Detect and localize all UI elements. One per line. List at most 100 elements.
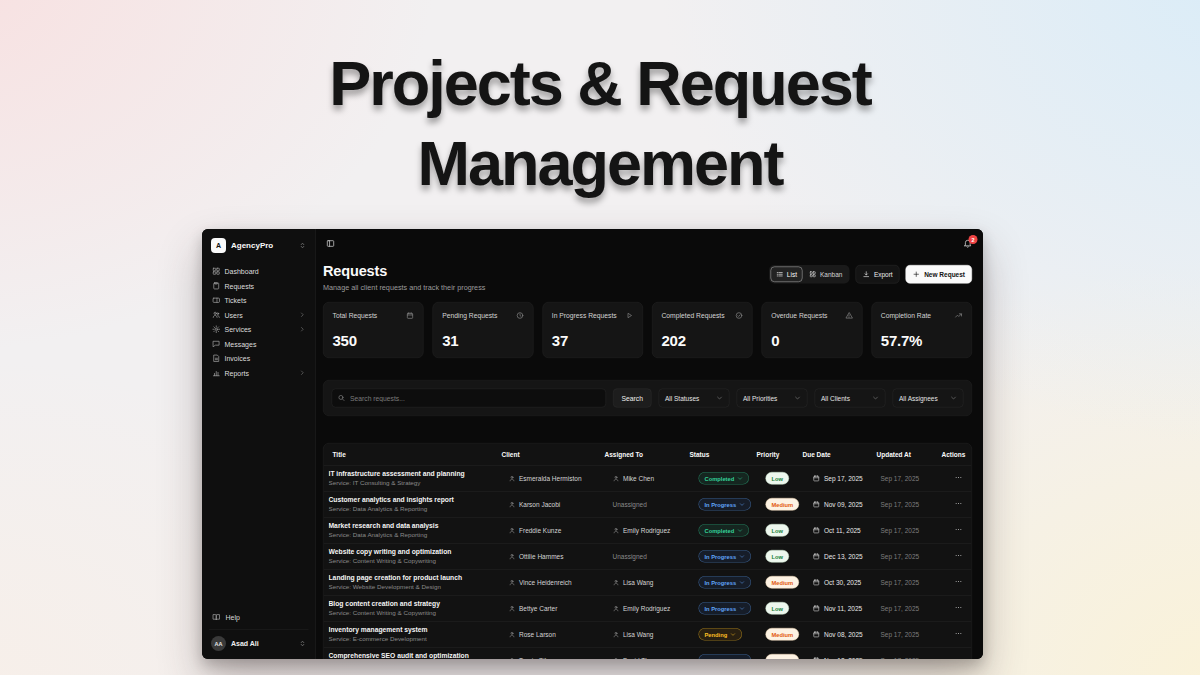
- sidebar-item[interactable]: Invoices: [208, 351, 310, 366]
- client-name: Ottilie Hammes: [519, 553, 563, 561]
- due-date: Nov 11, 2025: [824, 605, 862, 613]
- client-cell: Vince Heidenreich: [509, 579, 613, 587]
- due-date: Nov 08, 2025: [824, 631, 863, 639]
- request-title: Website copy writing and optimization: [329, 548, 509, 556]
- calendar-icon: [813, 475, 821, 483]
- sidebar-divider: [209, 630, 309, 631]
- table-row[interactable]: Market research and data analysis Servic…: [324, 518, 972, 544]
- assignee-name: Mike Chen: [623, 475, 654, 483]
- status-label: Pending: [705, 631, 728, 637]
- row-actions-button[interactable]: [955, 656, 963, 660]
- workspace-switcher[interactable]: A AgencyPro: [208, 236, 310, 260]
- priority-label: Low: [772, 475, 784, 481]
- filter-dropdown[interactable]: All Statuses: [659, 389, 730, 408]
- stats-row: Total Requests 350 Pending Requests 31 I…: [323, 302, 972, 358]
- user-name: Asad Ali: [231, 640, 294, 648]
- due-date-cell: Dec 13, 2025: [813, 553, 881, 561]
- row-actions-button[interactable]: [955, 604, 963, 612]
- priority-label: Medium: [772, 657, 794, 659]
- person-icon: [613, 605, 620, 612]
- user-menu[interactable]: AA Asad Ali: [208, 635, 310, 652]
- due-date-cell: Nov 18, 2025: [813, 657, 881, 660]
- status-label: Completed: [705, 475, 735, 481]
- stat-value: 37: [552, 333, 634, 350]
- table-row[interactable]: IT infrastructure assessment and plannin…: [324, 466, 972, 492]
- stat-card: Completed Requests 202: [652, 302, 753, 358]
- priority-label: Low: [772, 527, 784, 533]
- status-badge[interactable]: In Progress: [699, 550, 752, 563]
- sidebar-item[interactable]: Tickets: [208, 293, 310, 308]
- stat-value: 350: [333, 333, 415, 350]
- status-badge[interactable]: In Progress: [699, 576, 752, 589]
- sidebar-item-label: Services: [225, 325, 296, 333]
- assignee-cell: Unassigned: [613, 553, 699, 561]
- priority-badge: Low: [766, 472, 790, 485]
- status-badge[interactable]: Completed: [699, 472, 750, 485]
- sidebar-item-help[interactable]: Help: [208, 610, 310, 625]
- search-input[interactable]: [332, 389, 607, 408]
- calendar-icon: [813, 553, 821, 561]
- sidebar-item[interactable]: Users: [208, 308, 310, 323]
- sidebar-item[interactable]: Messages: [208, 337, 310, 352]
- person-icon: [613, 527, 620, 534]
- due-date: Dec 13, 2025: [824, 553, 863, 561]
- sidebar-item[interactable]: Reports: [208, 366, 310, 381]
- row-actions-button[interactable]: [955, 578, 963, 586]
- chevron-down-icon: [739, 501, 745, 507]
- table-row[interactable]: Customer analytics and insights report S…: [324, 492, 972, 518]
- page-content: Requests Manage all client requests and …: [316, 258, 983, 659]
- filter-dropdown[interactable]: All Priorities: [737, 389, 808, 408]
- person-icon: [509, 579, 516, 586]
- filter-dropdown[interactable]: All Assignees: [893, 389, 964, 408]
- export-button[interactable]: Export: [855, 265, 899, 284]
- view-toggle-kanban[interactable]: Kanban: [803, 267, 847, 283]
- table-row[interactable]: Comprehensive SEO audit and optimization…: [324, 648, 972, 660]
- requests-table: TitleClientAssigned ToStatusPriorityDue …: [323, 443, 972, 659]
- status-badge[interactable]: In Progress: [699, 498, 752, 511]
- search-button[interactable]: Search: [613, 389, 651, 408]
- status-badge[interactable]: In Progress: [699, 654, 752, 659]
- row-actions-button[interactable]: [955, 630, 963, 638]
- table-row[interactable]: Landing page creation for product launch…: [324, 570, 972, 596]
- assignee-name: Lisa Wang: [623, 579, 653, 587]
- due-date: Oct 30, 2025: [824, 579, 861, 587]
- hero-title-line2: Management: [0, 123, 1200, 203]
- request-service: Service: Content Writing & Copywriting: [329, 610, 509, 617]
- table-row[interactable]: Inventory management system Service: E-c…: [324, 622, 972, 648]
- request-title: Blog content creation and strategy: [329, 600, 509, 608]
- view-toggle-list[interactable]: List: [770, 267, 802, 283]
- person-icon: [613, 631, 620, 638]
- chevron-down-icon: [737, 475, 743, 481]
- sidebar-item[interactable]: Dashboard: [208, 264, 310, 279]
- sidebar-item-icon: [212, 369, 221, 378]
- table-row[interactable]: Blog content creation and strategy Servi…: [324, 596, 972, 622]
- table-row[interactable]: Website copy writing and optimization Se…: [324, 544, 972, 570]
- person-icon: [509, 657, 516, 659]
- sidebar-item-icon: [212, 311, 221, 320]
- new-request-button[interactable]: New Request: [906, 265, 972, 284]
- row-actions-button[interactable]: [955, 500, 963, 508]
- status-badge[interactable]: Completed: [699, 524, 750, 537]
- client-name: Vince Heidenreich: [519, 579, 572, 587]
- due-date-cell: Nov 08, 2025: [813, 631, 881, 639]
- notifications-button[interactable]: 2: [963, 239, 973, 249]
- status-badge[interactable]: In Progress: [699, 602, 752, 615]
- stat-value: 57.7%: [881, 333, 963, 350]
- row-actions-button[interactable]: [955, 474, 963, 482]
- sidebar-item-icon: [212, 354, 221, 363]
- row-actions-button[interactable]: [955, 526, 963, 534]
- row-actions-button[interactable]: [955, 552, 963, 560]
- filter-dropdown[interactable]: All Clients: [815, 389, 886, 408]
- sidebar-item[interactable]: Services: [208, 322, 310, 337]
- person-icon: [509, 475, 516, 482]
- priority-label: Low: [772, 553, 784, 559]
- sidebar-toggle-icon[interactable]: [326, 239, 335, 248]
- person-icon: [509, 631, 516, 638]
- status-badge[interactable]: Pending: [699, 628, 743, 641]
- request-service: Service: E-commerce Development: [329, 636, 509, 643]
- assignee-cell: Lisa Wang: [613, 631, 699, 639]
- stat-card: Overdue Requests 0: [762, 302, 863, 358]
- sidebar-item-icon: [212, 296, 221, 305]
- sidebar-item[interactable]: Requests: [208, 279, 310, 294]
- client-cell: Freddie Kunze: [509, 527, 613, 535]
